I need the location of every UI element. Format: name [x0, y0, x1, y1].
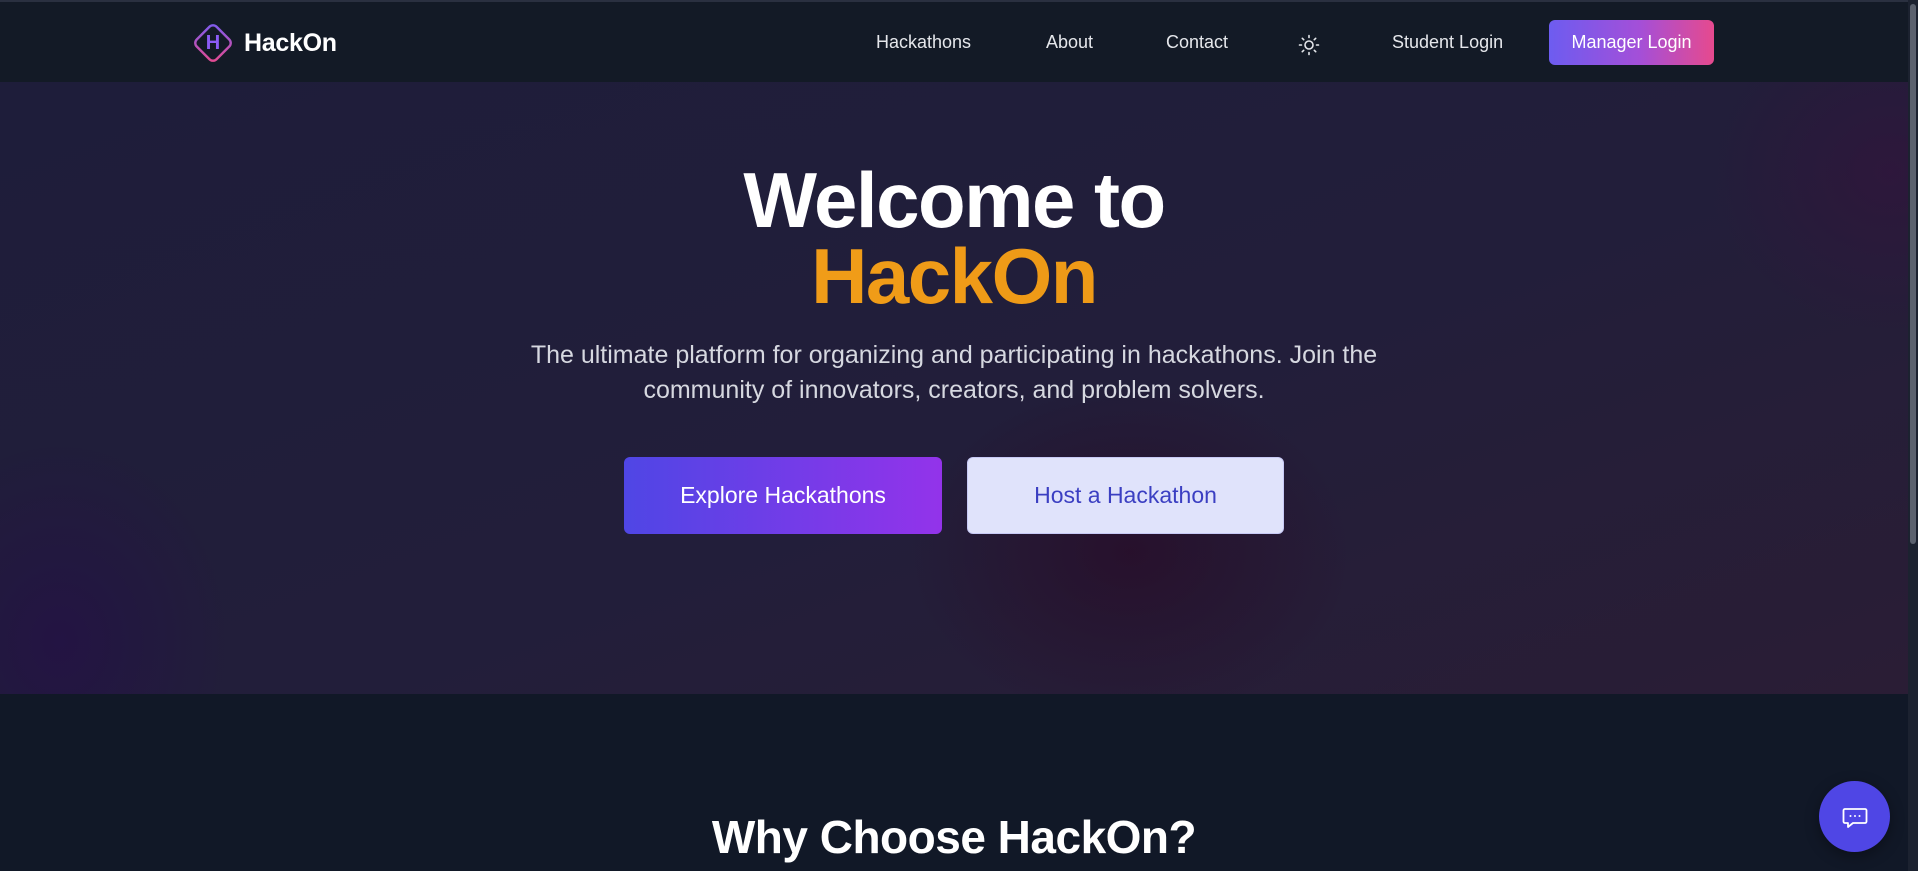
navbar: H HackOn Hackathons About Contact Studen… — [0, 2, 1908, 82]
page-scrollbar[interactable] — [1908, 0, 1918, 871]
hero-title-highlight: HackOn — [0, 237, 1908, 315]
nav-link-about[interactable]: About — [1046, 32, 1093, 53]
manager-login-button[interactable]: Manager Login — [1549, 20, 1714, 65]
logo-letter: H — [205, 31, 221, 54]
scrollbar-thumb[interactable] — [1910, 4, 1916, 544]
sun-icon[interactable] — [1297, 33, 1321, 57]
diamond-logo-icon: H — [188, 18, 238, 68]
chat-bubble-icon — [1842, 807, 1867, 828]
host-hackathon-button[interactable]: Host a Hackathon — [967, 457, 1284, 534]
chat-button[interactable] — [1819, 781, 1890, 852]
hero-section: Welcome to HackOn The ultimate platform … — [0, 82, 1908, 694]
explore-hackathons-button[interactable]: Explore Hackathons — [624, 457, 942, 534]
brand-name: HackOn — [244, 28, 337, 57]
nav-link-contact[interactable]: Contact — [1166, 32, 1228, 53]
hero-title-line1: Welcome to — [743, 156, 1166, 244]
student-login-link[interactable]: Student Login — [1392, 32, 1503, 53]
brand-logo[interactable]: H HackOn — [188, 18, 337, 68]
why-section: Why Choose HackOn? — [0, 694, 1908, 871]
hero-subtitle: The ultimate platform for organizing and… — [530, 341, 1378, 404]
why-title: Why Choose HackOn? — [711, 811, 1197, 863]
nav-link-hackathons[interactable]: Hackathons — [876, 32, 971, 53]
hero-title: Welcome to HackOn — [0, 156, 1908, 315]
